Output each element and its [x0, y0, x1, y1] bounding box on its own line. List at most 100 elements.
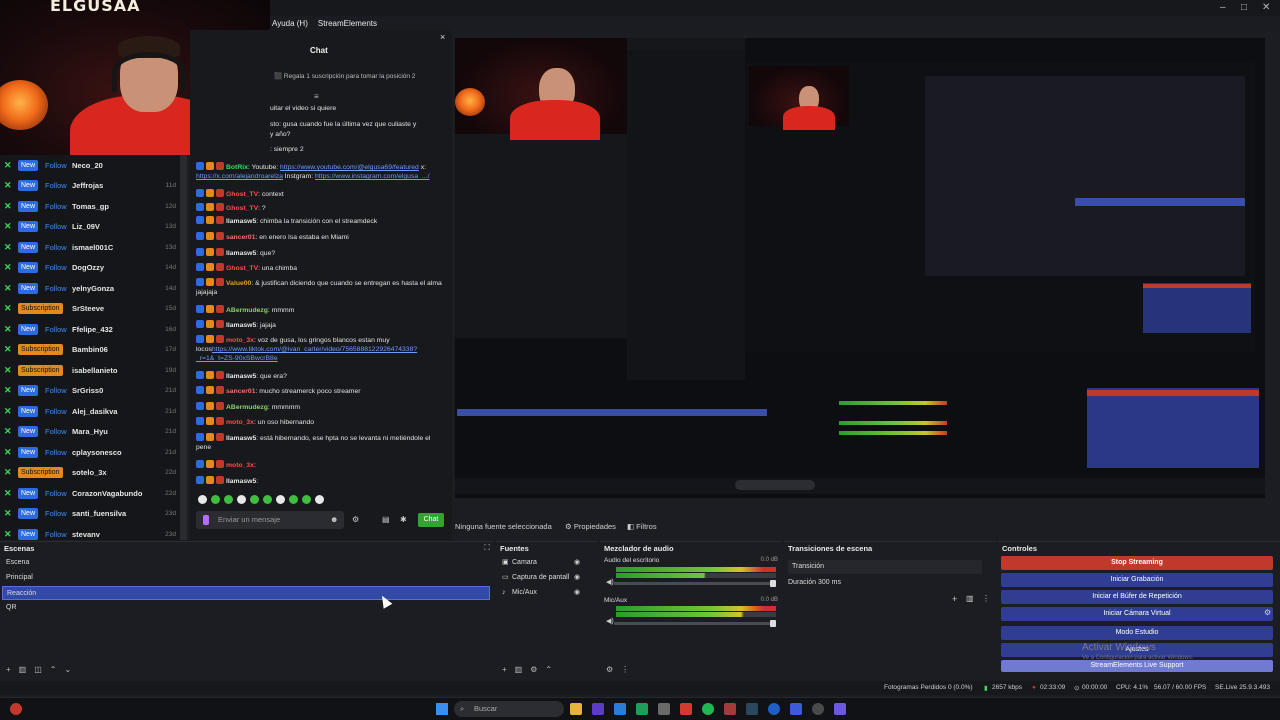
activity-item[interactable]: ✕ New Follow ismael001C 13d: [0, 237, 180, 257]
activity-item[interactable]: ✕ New Follow Tomas_gp 12d: [0, 196, 180, 216]
dismiss-icon[interactable]: ✕: [4, 242, 14, 253]
stop-streaming-button[interactable]: Stop Streaming: [1001, 556, 1273, 570]
activity-item[interactable]: ✕ Subscription sotelo_3x 22d: [0, 463, 180, 483]
chat-username[interactable]: Ghost_TV: [226, 191, 258, 198]
brave-icon[interactable]: [680, 703, 692, 715]
chat-username[interactable]: sancer01: [226, 388, 255, 395]
pinned-gift-banner[interactable]: ⬛ Regala 1 suscripción para tomar la pos…: [274, 72, 415, 80]
activity-item[interactable]: ✕ New Follow cplaysonesco 21d: [0, 442, 180, 462]
remove-transition-icon[interactable]: ▥: [966, 594, 974, 603]
activity-item[interactable]: ✕ New Follow Liz_09V 13d: [0, 217, 180, 237]
dock-settings-icon[interactable]: ⛶: [484, 543, 490, 553]
edge-icon[interactable]: [768, 703, 780, 715]
weather-icon[interactable]: [10, 703, 22, 715]
chat-username[interactable]: Ghost_TV: [226, 265, 258, 272]
source-item[interactable]: ▣ Camara ◉: [502, 556, 597, 570]
filter-icon[interactable]: ◫: [34, 665, 42, 674]
scene-item[interactable]: QR: [2, 601, 490, 615]
streamelements-support-button[interactable]: StreamElements Live Support: [1001, 660, 1273, 672]
dismiss-icon[interactable]: ✕: [4, 160, 14, 171]
steam-icon[interactable]: [746, 703, 758, 715]
minimize-icon[interactable]: –: [1220, 2, 1226, 13]
chat-username[interactable]: BotRix: [226, 164, 248, 171]
chat-username[interactable]: llamasw5: [226, 478, 256, 485]
windows-start-icon[interactable]: [436, 703, 448, 715]
chat-username[interactable]: llamasw5: [226, 373, 256, 380]
trash-icon[interactable]: ▤: [382, 515, 390, 524]
menu-item-help[interactable]: Ayuda (H): [272, 19, 308, 28]
activity-item[interactable]: ✕ New Follow Alej_dasikva 21d: [0, 401, 180, 421]
scene-item-selected[interactable]: Reacción: [2, 586, 490, 600]
remove-icon[interactable]: ▥: [19, 665, 27, 674]
replay-buffer-button[interactable]: Iniciar el Búfer de Repetición: [1001, 590, 1273, 604]
dismiss-icon[interactable]: ✕: [4, 488, 14, 499]
dismiss-icon[interactable]: ✕: [4, 221, 14, 232]
activity-item[interactable]: ✕ New Follow SrGriss0 21d: [0, 381, 180, 401]
chat-close-icon[interactable]: ×: [440, 32, 445, 42]
activity-item[interactable]: ✕ Subscription SrSteeve 15d: [0, 299, 180, 319]
dismiss-icon[interactable]: ✕: [4, 508, 14, 519]
scene-item[interactable]: Escena: [2, 556, 490, 570]
activity-item[interactable]: ✕ New Follow Ffelipe_432 16d: [0, 319, 180, 339]
chat-username[interactable]: moto_3x: [226, 419, 254, 426]
studio-mode-button[interactable]: Modo Estudio: [1001, 626, 1273, 640]
stream-preview[interactable]: [455, 38, 1265, 498]
dismiss-icon[interactable]: ✕: [4, 426, 14, 437]
taskbar-search[interactable]: ⌕ Buscar: [454, 701, 564, 717]
activity-item[interactable]: ✕ New Follow Mara_Hyu 21d: [0, 422, 180, 442]
virtual-camera-settings-icon[interactable]: ⚙: [1264, 608, 1271, 617]
properties-button[interactable]: ⚙ Propiedades: [565, 522, 616, 531]
dismiss-icon[interactable]: ✕: [4, 385, 14, 396]
bits-icon[interactable]: [203, 515, 209, 525]
photoshop-icon[interactable]: [614, 703, 626, 715]
dismiss-icon[interactable]: ✕: [4, 303, 14, 314]
activity-item[interactable]: ✕ Subscription isabellanieto 19d: [0, 360, 180, 380]
visibility-icon[interactable]: ◉: [574, 556, 580, 570]
file-explorer-icon[interactable]: [570, 703, 582, 715]
remove-icon[interactable]: ▥: [515, 665, 523, 674]
calculator-icon[interactable]: [658, 703, 670, 715]
chat-send-button[interactable]: Chat: [418, 513, 444, 527]
dismiss-icon[interactable]: ✕: [4, 262, 14, 273]
chat-username[interactable]: llamasw5: [226, 322, 256, 329]
dismiss-icon[interactable]: ✕: [4, 324, 14, 335]
activity-item[interactable]: ✕ New Follow CorazonVagabundo 22d: [0, 483, 180, 503]
move-up-icon[interactable]: ⌃: [50, 665, 57, 674]
dismiss-icon[interactable]: ✕: [4, 283, 14, 294]
chat-input[interactable]: Enviar un mensaje: [196, 511, 344, 529]
activity-item[interactable]: ✕ New Follow Jeffrojas 11d: [0, 176, 180, 196]
source-item[interactable]: ▭ Captura de pantall ◉: [502, 571, 597, 585]
visibility-icon[interactable]: ◉: [574, 571, 580, 585]
activity-item[interactable]: ✕ New Follow DogOzzy 14d: [0, 258, 180, 278]
add-icon[interactable]: +: [6, 665, 11, 674]
excel-icon[interactable]: [636, 703, 648, 715]
obs-icon[interactable]: [812, 703, 824, 715]
streamdeck-icon[interactable]: [724, 703, 736, 715]
collapse-icon[interactable]: ≡: [314, 92, 319, 101]
chat-link[interactable]: https://www.instagram.com/elgusa_.../: [315, 173, 429, 180]
gear-icon[interactable]: ✱: [400, 515, 407, 524]
move-up-icon[interactable]: ⌃: [545, 665, 552, 674]
settings-icon[interactable]: ⚙: [352, 515, 359, 524]
premiere-icon[interactable]: [592, 703, 604, 715]
visibility-icon[interactable]: ◉: [574, 586, 580, 600]
speaker-icon[interactable]: ◀): [606, 617, 614, 625]
scene-item[interactable]: Principal: [2, 571, 490, 585]
activity-item[interactable]: ✕ New Follow santi_fuensilva 23d: [0, 504, 180, 524]
chat-username[interactable]: ABermudezg: [226, 307, 268, 314]
emote-icon[interactable]: ☻: [330, 515, 338, 524]
chat-username[interactable]: moto_3x: [226, 462, 254, 469]
spotify-icon[interactable]: [702, 703, 714, 715]
dismiss-icon[interactable]: ✕: [4, 406, 14, 417]
dismiss-icon[interactable]: ✕: [4, 180, 14, 191]
chat-link[interactable]: https://x.com/alejandroarelza: [196, 173, 283, 180]
chat-username[interactable]: llamasw5: [226, 218, 256, 225]
source-item[interactable]: ♪ Mic/Aux ◉: [502, 586, 597, 600]
chat-link[interactable]: https://www.tiktok.com/@ivan_carter/vide…: [196, 346, 417, 362]
transition-select[interactable]: Transición: [788, 560, 982, 574]
discord-icon[interactable]: [834, 703, 846, 715]
chat-username[interactable]: moto_3x: [226, 337, 254, 344]
chat-username[interactable]: ABermudezg: [226, 404, 268, 411]
activity-item[interactable]: ✕ New Follow stevanv 23d: [0, 524, 180, 540]
volume-slider[interactable]: [614, 620, 776, 627]
